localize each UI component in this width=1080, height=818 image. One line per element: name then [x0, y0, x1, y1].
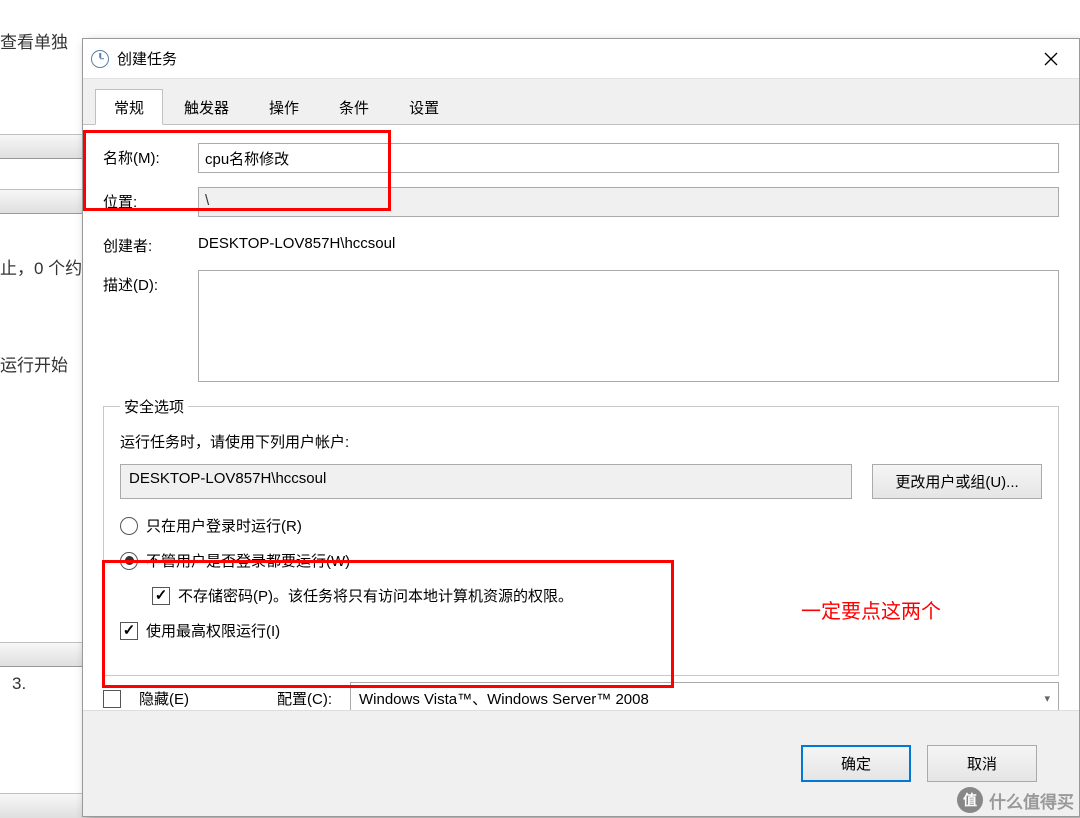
- checkbox-no-store-password[interactable]: [152, 587, 170, 605]
- radio-run-regardless-label: 不管用户是否登录都要运行(W): [146, 550, 350, 571]
- location-label: 位置:: [103, 187, 198, 212]
- annotation-note: 一定要点这两个: [801, 595, 941, 624]
- description-label: 描述(D):: [103, 270, 198, 295]
- checkbox-hidden[interactable]: [103, 690, 121, 708]
- watermark-icon: 值: [957, 787, 983, 813]
- bg-text: 运行开始: [0, 351, 68, 376]
- watermark: 值 什么值得买: [957, 787, 1074, 813]
- tab-actions[interactable]: 操作: [250, 89, 318, 124]
- tab-bar: 常规 触发器 操作 条件 设置: [83, 79, 1079, 125]
- clock-icon: [91, 50, 109, 68]
- checkbox-hidden-label: 隐藏(E): [139, 688, 189, 709]
- checkbox-highest-privileges-label: 使用最高权限运行(I): [146, 620, 280, 641]
- tab-settings[interactable]: 设置: [390, 89, 458, 124]
- create-task-dialog: 创建任务 常规 触发器 操作 条件 设置 名称(M): 位置: \ 创建者: D…: [82, 38, 1080, 817]
- bg-text: 查看单独: [0, 28, 68, 53]
- description-input[interactable]: [198, 270, 1059, 382]
- bg-text: 止，0 个约: [0, 254, 82, 279]
- dialog-title: 创建任务: [117, 48, 177, 69]
- tab-conditions[interactable]: 条件: [320, 89, 388, 124]
- dialog-titlebar: 创建任务: [83, 39, 1079, 79]
- radio-run-logged-in[interactable]: [120, 517, 138, 535]
- chevron-down-icon: ▾: [1044, 692, 1050, 705]
- watermark-text: 什么值得买: [989, 788, 1074, 813]
- tab-general[interactable]: 常规: [95, 89, 163, 125]
- cancel-button[interactable]: 取消: [927, 745, 1037, 782]
- ok-button[interactable]: 确定: [801, 745, 911, 782]
- config-value: Windows Vista™、Windows Server™ 2008: [359, 688, 649, 709]
- run-as-label: 运行任务时，请使用下列用户帐户:: [120, 431, 1042, 452]
- radio-run-regardless[interactable]: [120, 552, 138, 570]
- checkbox-no-store-password-label: 不存储密码(P)。该任务将只有访问本地计算机资源的权限。: [178, 585, 573, 606]
- change-user-button[interactable]: 更改用户或组(U)...: [872, 464, 1042, 499]
- name-label: 名称(M):: [103, 143, 198, 168]
- security-options-group: 安全选项 运行任务时，请使用下列用户帐户: DESKTOP-LOV857H\hc…: [103, 396, 1059, 676]
- author-label: 创建者:: [103, 231, 198, 256]
- tab-triggers[interactable]: 触发器: [165, 89, 248, 124]
- author-value: DESKTOP-LOV857H\hccsoul: [198, 231, 1059, 256]
- security-legend: 安全选项: [120, 396, 188, 417]
- dialog-content: 名称(M): 位置: \ 创建者: DESKTOP-LOV857H\hccsou…: [83, 125, 1079, 762]
- checkbox-highest-privileges[interactable]: [120, 622, 138, 640]
- config-label: 配置(C):: [277, 688, 332, 709]
- location-value: \: [198, 187, 1059, 217]
- user-account-box: DESKTOP-LOV857H\hccsoul: [120, 464, 852, 499]
- bg-text: 3.: [12, 674, 26, 694]
- radio-run-logged-in-label: 只在用户登录时运行(R): [146, 515, 302, 536]
- close-icon: [1044, 52, 1058, 66]
- close-button[interactable]: [1031, 44, 1071, 74]
- name-input[interactable]: [198, 143, 1059, 173]
